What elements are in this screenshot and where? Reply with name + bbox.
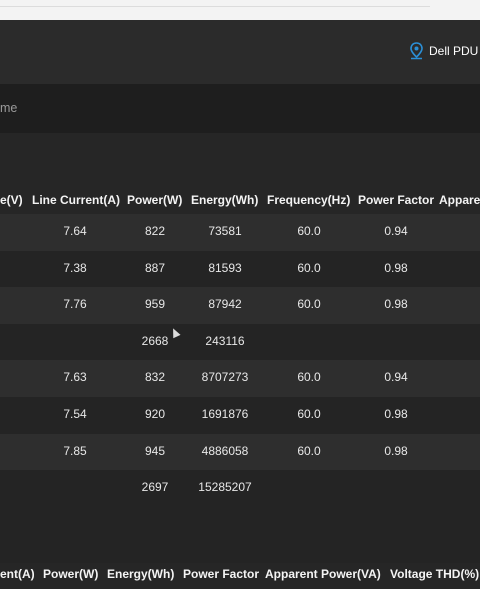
cell-line-current: 7.76 bbox=[63, 297, 87, 312]
location-pin-icon bbox=[410, 42, 423, 60]
device-selector[interactable]: Dell PDU B bbox=[409, 42, 480, 60]
col-power: Power(W) bbox=[127, 193, 183, 207]
cell-frequency: 60.0 bbox=[297, 224, 321, 238]
app-header: Dell PDU B bbox=[0, 20, 480, 84]
breadcrumb: me bbox=[0, 84, 480, 133]
col-energy: Energy(Wh) bbox=[191, 193, 259, 207]
cell-energy: 73581 bbox=[208, 224, 242, 238]
cell-energy: 4886058 bbox=[201, 443, 249, 458]
section-spacer bbox=[0, 133, 480, 185]
cell-energy: 243116 bbox=[205, 333, 245, 348]
cell-line-current: 7.38 bbox=[63, 260, 87, 275]
col-voltage: e(V) bbox=[0, 193, 23, 207]
col-apparent: Appare bbox=[439, 193, 480, 207]
cell-energy: 87942 bbox=[208, 297, 242, 312]
t2-col-power: Power(W) bbox=[43, 567, 99, 581]
cell-energy: 8707273 bbox=[201, 370, 249, 385]
cell-power-factor: 0.98 bbox=[384, 407, 408, 421]
t2-col-voltage-thd: Voltage THD(%) bbox=[390, 567, 480, 581]
cell-frequency: 60.0 bbox=[297, 297, 321, 312]
device-label: Dell PDU B bbox=[429, 44, 480, 58]
cell-power: 2668 bbox=[141, 333, 169, 348]
t2-col-apparent-power: Apparent Power(VA) bbox=[265, 567, 381, 581]
cell-line-current: 7.54 bbox=[63, 407, 87, 421]
cell-power: 945 bbox=[144, 443, 166, 458]
cell-frequency: 60.0 bbox=[297, 260, 321, 275]
cell-power-factor: 0.98 bbox=[384, 260, 408, 275]
browser-tab-edge bbox=[0, 0, 430, 7]
cell-power: 920 bbox=[144, 407, 166, 421]
col-frequency: Frequency(Hz) bbox=[267, 193, 351, 207]
cell-line-current: 7.85 bbox=[63, 443, 87, 458]
col-line-current: Line Current(A) bbox=[32, 193, 120, 207]
cell-power: 832 bbox=[144, 370, 166, 385]
cell-power-factor: 0.98 bbox=[384, 297, 408, 312]
cell-power-factor: 0.98 bbox=[384, 443, 408, 458]
cell-power: 887 bbox=[144, 260, 166, 275]
cell-frequency: 60.0 bbox=[297, 407, 321, 421]
cell-line-current: 7.63 bbox=[63, 370, 87, 385]
cell-frequency: 60.0 bbox=[297, 443, 321, 458]
cell-power: 2697 bbox=[141, 480, 169, 495]
cell-energy: 15285207 bbox=[198, 480, 252, 495]
browser-top-strip bbox=[0, 0, 480, 20]
breadcrumb-text: me bbox=[0, 101, 18, 115]
cell-power-factor: 0.94 bbox=[384, 370, 408, 385]
cell-frequency: 60.0 bbox=[297, 370, 321, 385]
section-spacer-bottom bbox=[0, 505, 480, 563]
cell-energy: 1691876 bbox=[201, 407, 249, 421]
t2-col-energy: Energy(Wh) bbox=[107, 567, 175, 581]
cell-energy: 81593 bbox=[208, 260, 242, 275]
cell-power: 959 bbox=[144, 297, 166, 312]
t2-col-power-factor: Power Factor bbox=[183, 567, 260, 581]
cell-power-factor: 0.94 bbox=[384, 224, 408, 238]
cell-power: 822 bbox=[144, 224, 166, 238]
cell-line-current: 7.64 bbox=[63, 224, 87, 238]
col-power-factor: Power Factor bbox=[358, 193, 435, 207]
t2-col-current: ent(A) bbox=[0, 567, 35, 581]
